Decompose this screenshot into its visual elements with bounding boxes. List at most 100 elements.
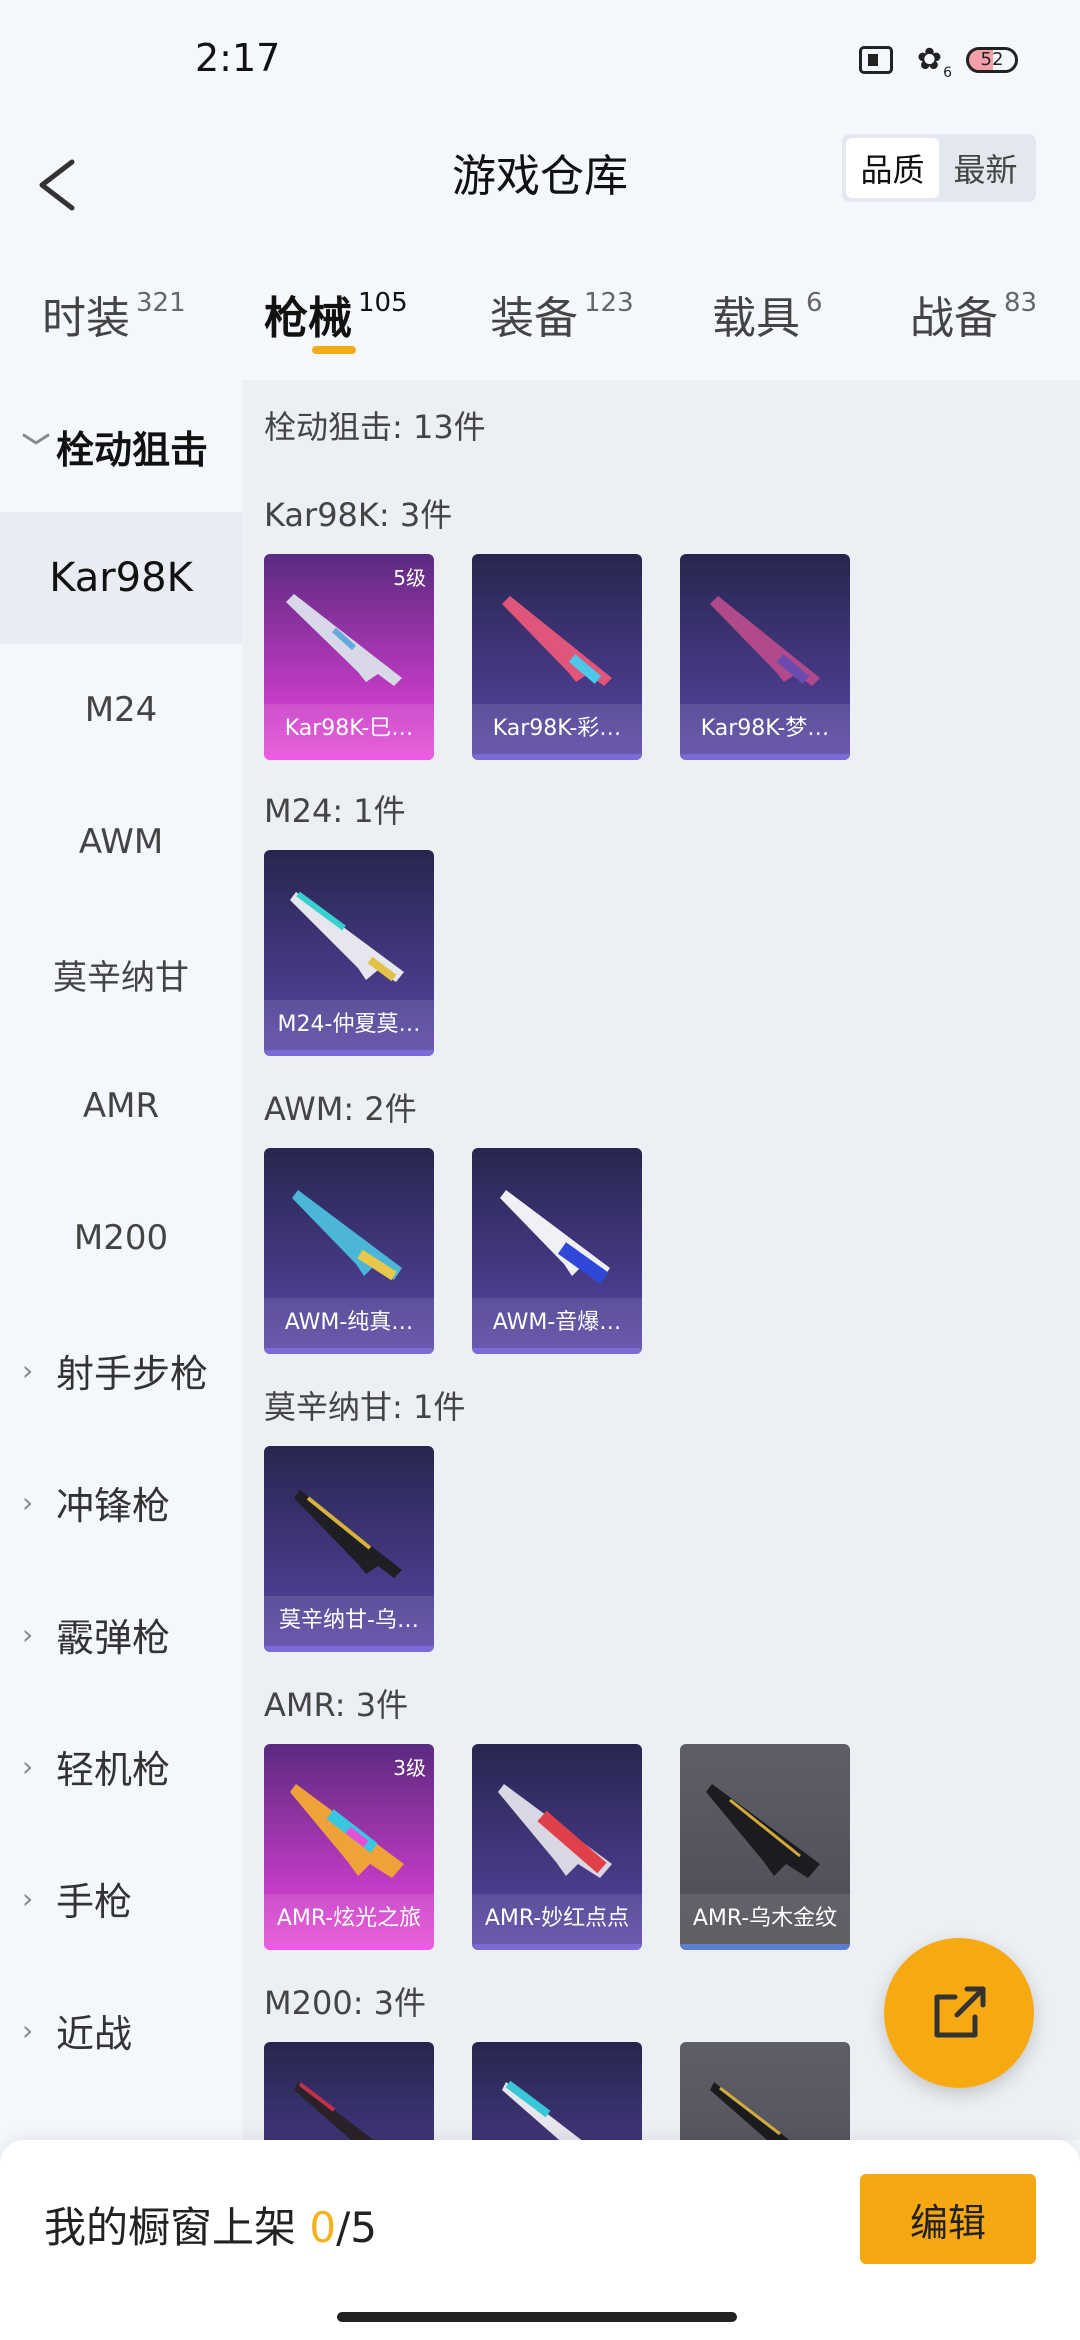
sidebar-item-m24[interactable]: M24 [0, 644, 242, 776]
rarity-bar [472, 1944, 642, 1950]
chevron-right-icon: › [22, 2013, 34, 2047]
sidebar-item-amr[interactable]: AMR [0, 1040, 242, 1172]
item-card[interactable] [264, 2042, 434, 2140]
item-card[interactable]: AWM-音爆… [472, 1148, 642, 1354]
tab-label: 时装 [42, 293, 130, 344]
rarity-bar [264, 1944, 434, 1950]
rifle-icon [500, 1190, 610, 1284]
rifle-icon [710, 2082, 790, 2140]
rifle-icon [294, 1490, 402, 1578]
tab-vehicles[interactable]: 载具 6 [712, 282, 823, 346]
rifle-icon [290, 1784, 404, 1878]
item-name: AMR-炫光之旅 [264, 1894, 434, 1944]
sidebar-category-label: 轻机枪 [56, 1747, 171, 1792]
sidebar-category-shotgun[interactable]: › 霰弹枪 [0, 1568, 242, 1700]
status-bar: 2:17 ✿ 6 52 [0, 0, 1080, 120]
item-name: Kar98K-梦… [680, 704, 850, 754]
share-button[interactable] [884, 1938, 1034, 2088]
item-name: Kar98K-巳… [264, 704, 434, 754]
tab-count: 321 [136, 288, 186, 318]
item-name: AWM-音爆… [472, 1298, 642, 1348]
tab-guns[interactable]: 枪械 105 [264, 282, 408, 346]
section-title: M200: 3件 [264, 1984, 427, 2022]
chevron-right-icon: › [22, 1881, 34, 1915]
home-indicator[interactable] [337, 2312, 737, 2322]
status-time: 2:17 [195, 36, 281, 80]
rarity-bar [264, 1646, 434, 1652]
item-card[interactable] [472, 2042, 642, 2140]
rarity-bar [264, 1348, 434, 1354]
showcase-current: 0 [309, 2203, 337, 2252]
chevron-down-icon: ﹀ [22, 431, 51, 464]
item-grid: 栓动狙击: 13件 Kar98K: 3件 5级 Kar98K-巳… Kar98K… [242, 380, 1080, 2140]
item-card[interactable]: M24-仲夏莫… [264, 850, 434, 1056]
battery-icon: 52 [966, 46, 1018, 73]
status-icons: ✿ 6 52 [858, 42, 1018, 81]
wifi-sub-label: 6 [943, 65, 952, 81]
tab-label: 枪械 [264, 293, 352, 344]
rifle-icon [290, 891, 404, 982]
sidebar-item-m200[interactable]: M200 [0, 1172, 242, 1304]
rarity-bar [680, 754, 850, 760]
chevron-right-icon: › [22, 1353, 34, 1387]
sidebar-item-kar98k[interactable]: Kar98K [0, 512, 242, 644]
rarity-bar [472, 1348, 642, 1354]
item-card[interactable]: AWM-纯真… [264, 1148, 434, 1354]
item-card[interactable]: Kar98K-彩… [472, 554, 642, 760]
item-card[interactable] [680, 2042, 850, 2140]
item-card[interactable]: 莫辛纳甘-乌… [264, 1446, 434, 1652]
sidebar-category-smg[interactable]: › 冲锋枪 [0, 1436, 242, 1568]
section-title: 莫辛纳甘: 1件 [264, 1388, 466, 1426]
edit-button[interactable]: 编辑 [860, 2174, 1036, 2264]
item-name: 莫辛纳甘-乌… [264, 1596, 434, 1646]
sidebar-item-mosin[interactable]: 莫辛纳甘 [0, 908, 242, 1040]
item-card[interactable]: AMR-妙红点点 [472, 1744, 642, 1950]
sidebar-category-label: 霰弹枪 [56, 1615, 171, 1660]
sidebar-category-label: 冲锋枪 [56, 1483, 171, 1528]
category-tabs: 时装 321 枪械 105 装备 123 载具 6 战备 83 [0, 270, 1080, 380]
item-card[interactable]: 5级 Kar98K-巳… [264, 554, 434, 760]
tab-fashion[interactable]: 时装 321 [42, 282, 186, 346]
item-name: Kar98K-彩… [472, 704, 642, 754]
total-count: 栓动狙击: 13件 [264, 408, 486, 446]
rifle-icon [502, 596, 612, 686]
active-tab-indicator [312, 346, 356, 354]
sidebar-item-awm[interactable]: AWM [0, 776, 242, 908]
item-level: 3级 [393, 1756, 426, 1780]
chevron-right-icon: › [22, 1485, 34, 1519]
sidebar-category-pistol[interactable]: › 手枪 [0, 1832, 242, 1964]
tab-count: 123 [584, 288, 634, 318]
tab-label: 战备 [910, 293, 998, 344]
section-title: AWM: 2件 [264, 1090, 417, 1128]
chevron-right-icon: › [22, 1749, 34, 1783]
bottom-bar: 我的橱窗上架 0/5 编辑 [0, 2140, 1080, 2340]
tab-count: 83 [1004, 288, 1038, 318]
rarity-bar [472, 754, 642, 760]
rifle-icon [294, 2082, 374, 2140]
sidebar-category-label: 近战 [56, 2011, 133, 2056]
rifle-icon [498, 1784, 612, 1878]
rifle-icon [286, 594, 402, 686]
rifle-icon [706, 1784, 820, 1878]
share-icon [934, 1986, 986, 2038]
sidebar-category-melee[interactable]: › 近战 [0, 1964, 242, 2096]
sidebar-category-label: 射手步枪 [56, 1351, 209, 1396]
showcase-count: 我的橱窗上架 0/5 [44, 2194, 377, 2255]
sidebar-category-lmg[interactable]: › 轻机枪 [0, 1700, 242, 1832]
tab-supplies[interactable]: 战备 83 [910, 282, 1037, 346]
sim-icon [858, 45, 893, 74]
item-name: M24-仲夏莫… [264, 1000, 434, 1050]
item-card[interactable]: AMR-乌木金纹 [680, 1744, 850, 1950]
section-title: Kar98K: 3件 [264, 496, 453, 534]
sidebar-category-bolt-action[interactable]: ﹀ 栓动狙击 [0, 380, 242, 512]
sort-by-newest[interactable]: 最新 [939, 138, 1032, 198]
tab-equipment[interactable]: 装备 123 [490, 282, 634, 346]
rarity-bar [264, 1050, 434, 1056]
rifle-icon [710, 596, 820, 686]
sort-by-quality[interactable]: 品质 [846, 138, 939, 198]
rifle-icon [502, 2080, 582, 2140]
sidebar-category-dmr[interactable]: › 射手步枪 [0, 1304, 242, 1436]
item-card[interactable]: 3级 AMR-炫光之旅 [264, 1744, 434, 1950]
showcase-total: /5 [336, 2203, 377, 2252]
item-card[interactable]: Kar98K-梦… [680, 554, 850, 760]
